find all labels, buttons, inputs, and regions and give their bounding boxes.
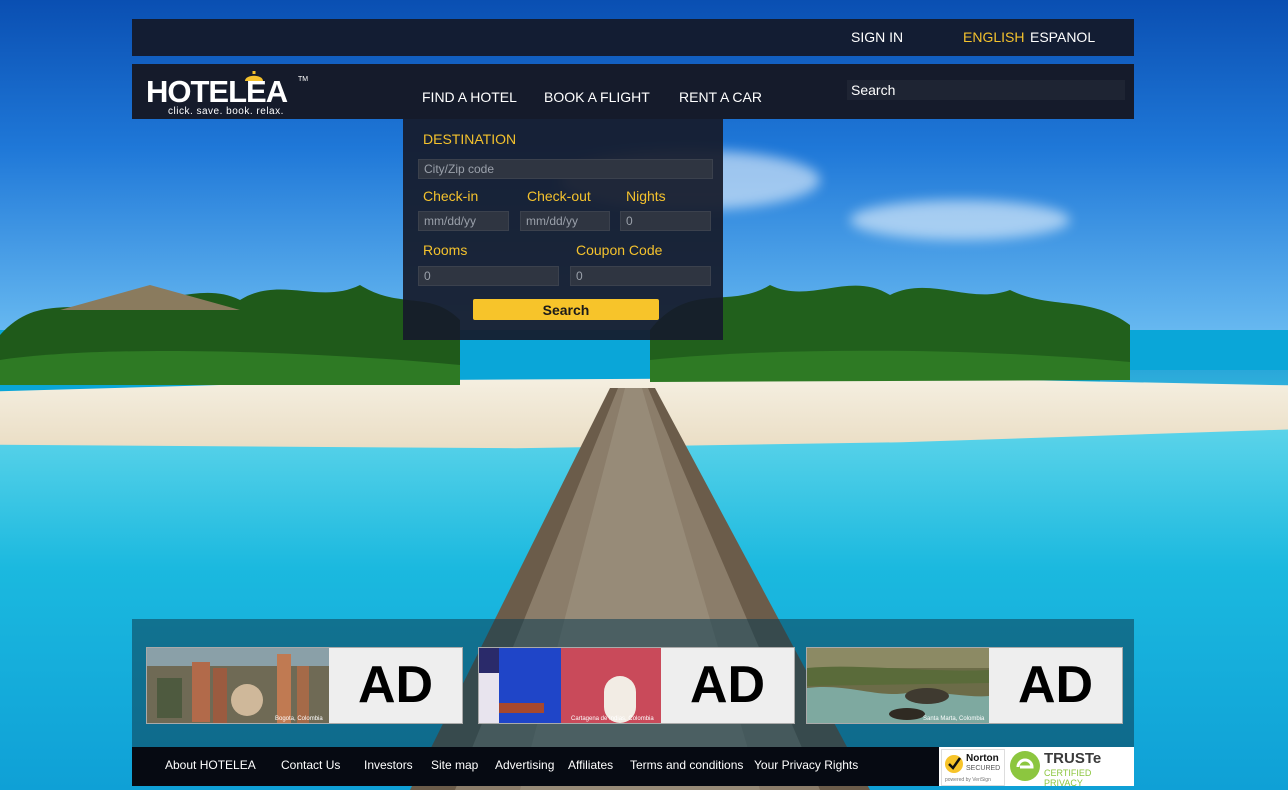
ad-banner[interactable]: Santa Marta, Colombia AD <box>806 647 1123 724</box>
logo-tagline: click. save. book. relax. <box>168 106 284 117</box>
cloud <box>850 200 1070 240</box>
logo-wordmark: HOTELEA <box>146 74 288 109</box>
truste-logo-icon <box>1010 751 1040 781</box>
ad-label: AD <box>661 648 794 723</box>
nav-find-a-hotel[interactable]: FIND A HOTEL <box>422 89 517 105</box>
footer-bar: About HOTELEA Contact Us Investors Site … <box>132 747 1134 788</box>
hotelea-logo[interactable]: HOTELEA TM click. save. book. relax. <box>146 68 311 117</box>
ad-photo-city <box>147 648 329 723</box>
ad-banner[interactable]: Cartagena de Indias, Colombia AD <box>478 647 795 724</box>
ad-label: AD <box>989 648 1122 723</box>
hotel-search-button[interactable]: Search <box>473 299 659 320</box>
footer-link-sitemap[interactable]: Site map <box>431 758 478 772</box>
nights-input[interactable] <box>620 211 711 231</box>
footer-link-contact[interactable]: Contact Us <box>281 758 340 772</box>
main-nav-bar: HOTELEA TM click. save. book. relax. FIN… <box>132 64 1134 119</box>
footer-link-advertising[interactable]: Advertising <box>495 758 554 772</box>
hotel-search-panel: DESTINATION Check-in Check-out Nights Ro… <box>403 119 723 340</box>
trust-badges: Norton SECURED powered by VeriSign TRUST… <box>939 747 1134 788</box>
footer-link-investors[interactable]: Investors <box>364 758 413 772</box>
nav-book-a-flight[interactable]: BOOK A FLIGHT <box>544 89 650 105</box>
norton-subtitle: SECURED <box>966 765 1001 772</box>
ad-banner[interactable]: Bogota, Colombia AD <box>146 647 463 724</box>
top-bar: SIGN IN ENGLISH ESPANOL <box>132 19 1134 56</box>
ad-label: AD <box>329 648 462 723</box>
rooms-label: Rooms <box>423 242 468 258</box>
ad-photo-caption: Cartagena de Indias, Colombia <box>571 716 654 722</box>
nights-label: Nights <box>626 188 666 204</box>
norton-check-icon <box>945 755 963 773</box>
sign-in-link[interactable]: SIGN IN <box>851 29 903 45</box>
norton-secured-badge[interactable]: Norton SECURED powered by VeriSign <box>941 749 1005 786</box>
truste-title: TRUSTe <box>1044 750 1102 767</box>
footer-link-privacy-rights[interactable]: Your Privacy Rights <box>754 758 858 772</box>
language-espanol-link[interactable]: ESPANOL <box>1030 29 1095 45</box>
truste-subtitle: CERTIFIED PRIVACY <box>1044 768 1092 788</box>
footer-link-terms[interactable]: Terms and conditions <box>630 758 743 772</box>
ad-strip: Bogota, Colombia AD Cartagena de Indias,… <box>132 619 1134 747</box>
checkout-label: Check-out <box>527 188 591 204</box>
checkin-date-input[interactable] <box>418 211 509 231</box>
service-bell-icon <box>245 71 263 81</box>
checkin-label: Check-in <box>423 188 479 204</box>
logo-trademark: TM <box>298 76 309 83</box>
footer-link-affiliates[interactable]: Affiliates <box>568 758 613 772</box>
ad-photo-coastline <box>807 648 989 723</box>
nav-rent-a-car[interactable]: RENT A CAR <box>679 89 762 105</box>
destination-input[interactable] <box>418 159 713 179</box>
truste-badge[interactable]: TRUSTe CERTIFIED PRIVACY <box>1007 749 1132 788</box>
ad-photo-caption: Santa Marta, Colombia <box>923 716 985 722</box>
ad-photo-colonial-street <box>479 648 661 723</box>
checkout-date-input[interactable] <box>520 211 610 231</box>
destination-label: DESTINATION <box>423 131 517 147</box>
norton-powered: powered by VeriSign <box>945 777 991 783</box>
footer-link-about[interactable]: About HOTELEA <box>165 758 256 772</box>
site-search-input[interactable] <box>847 80 1125 100</box>
language-english-link[interactable]: ENGLISH <box>963 29 1024 45</box>
coupon-code-input[interactable] <box>570 266 711 286</box>
coupon-code-label: Coupon Code <box>576 242 663 258</box>
ad-photo-caption: Bogota, Colombia <box>275 716 323 722</box>
norton-title: Norton <box>966 753 999 764</box>
rooms-input[interactable] <box>418 266 559 286</box>
